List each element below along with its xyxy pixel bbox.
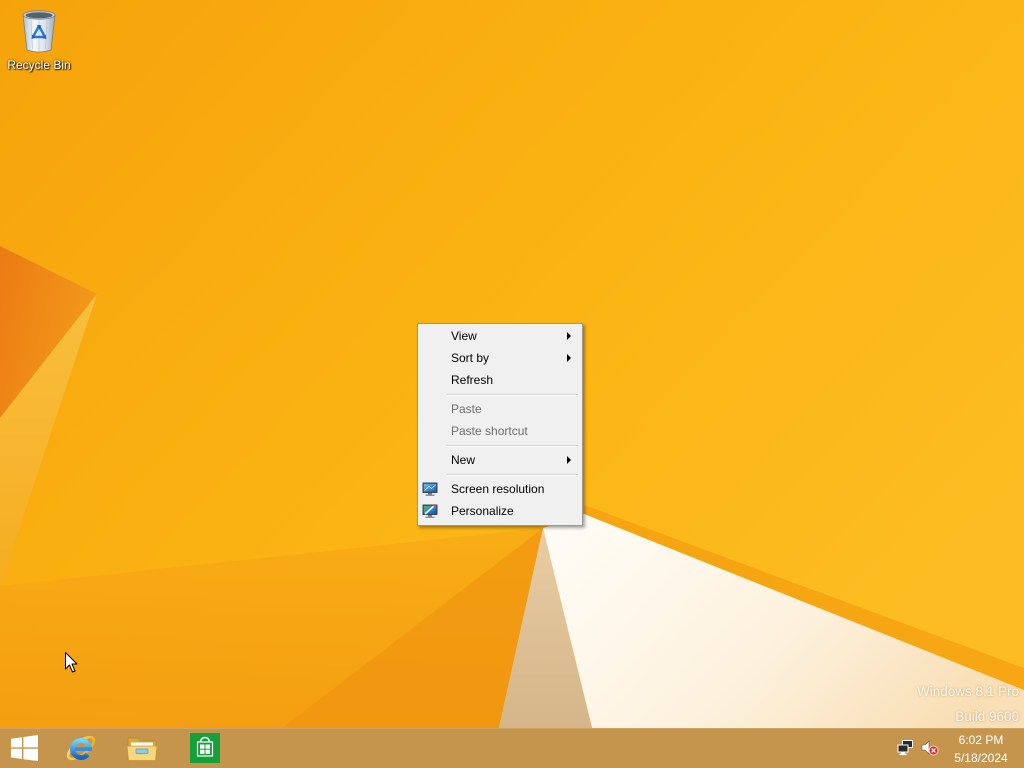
windows-watermark: Windows 8.1 Pro Build 9600 (917, 683, 1019, 726)
menu-item-label: Paste (451, 402, 482, 416)
menu-item-new[interactable]: New (420, 449, 580, 471)
menu-item-paste-shortcut: Paste shortcut (420, 420, 580, 442)
store-icon (190, 733, 220, 763)
menu-separator (420, 471, 580, 478)
menu-item-label: Paste shortcut (451, 424, 528, 438)
menu-item-label: View (451, 329, 477, 343)
clock[interactable]: 6:02 PM 5/18/2024 (948, 728, 1014, 768)
menu-item-label: Screen resolution (451, 482, 545, 496)
network-icon[interactable] (897, 740, 915, 756)
mouse-pointer-icon (65, 652, 78, 673)
menu-item-view[interactable]: View (420, 325, 580, 347)
clock-date: 5/18/2024 (954, 751, 1008, 765)
desktop[interactable]: Recycle Bin Windows 8.1 Pro Build 9600 V… (0, 0, 1024, 768)
submenu-arrow-icon (567, 456, 571, 464)
start-button[interactable] (0, 728, 50, 768)
menu-item-refresh[interactable]: Refresh (420, 369, 580, 391)
desktop-context-menu: View Sort by Refresh Paste Paste shortcu… (417, 323, 583, 526)
menu-item-sort-by[interactable]: Sort by (420, 347, 580, 369)
menu-separator (420, 391, 580, 398)
personalize-icon (422, 503, 438, 518)
taskbar: 6:02 PM 5/18/2024 (0, 728, 1024, 768)
clock-time: 6:02 PM (958, 733, 1004, 747)
menu-item-screen-resolution[interactable]: Screen resolution (420, 478, 580, 500)
menu-item-label: Sort by (451, 351, 490, 365)
watermark-build: Build 9600 (955, 709, 1019, 724)
desktop-icon-label: Recycle Bin (7, 58, 71, 72)
taskbar-button-store[interactable] (174, 728, 236, 768)
submenu-arrow-icon (567, 354, 571, 362)
menu-item-label: Personalize (451, 504, 514, 518)
menu-item-label: New (451, 453, 476, 467)
display-settings-icon (422, 482, 438, 496)
desktop-icon-recycle-bin[interactable]: Recycle Bin (2, 4, 76, 76)
submenu-arrow-icon (567, 332, 571, 340)
menu-item-label: Refresh (451, 373, 494, 387)
menu-separator (420, 442, 580, 449)
file-explorer-icon (126, 737, 158, 761)
internet-explorer-icon (66, 735, 96, 761)
volume-muted-icon[interactable] (921, 740, 939, 756)
menu-item-paste: Paste (420, 398, 580, 420)
windows-start-icon (11, 735, 38, 761)
menu-item-personalize[interactable]: Personalize (420, 500, 580, 522)
recycle-bin-icon (22, 10, 56, 53)
taskbar-button-file-explorer[interactable] (111, 728, 173, 768)
taskbar-button-internet-explorer[interactable] (50, 728, 112, 768)
watermark-edition: Windows 8.1 Pro (916, 684, 1019, 699)
